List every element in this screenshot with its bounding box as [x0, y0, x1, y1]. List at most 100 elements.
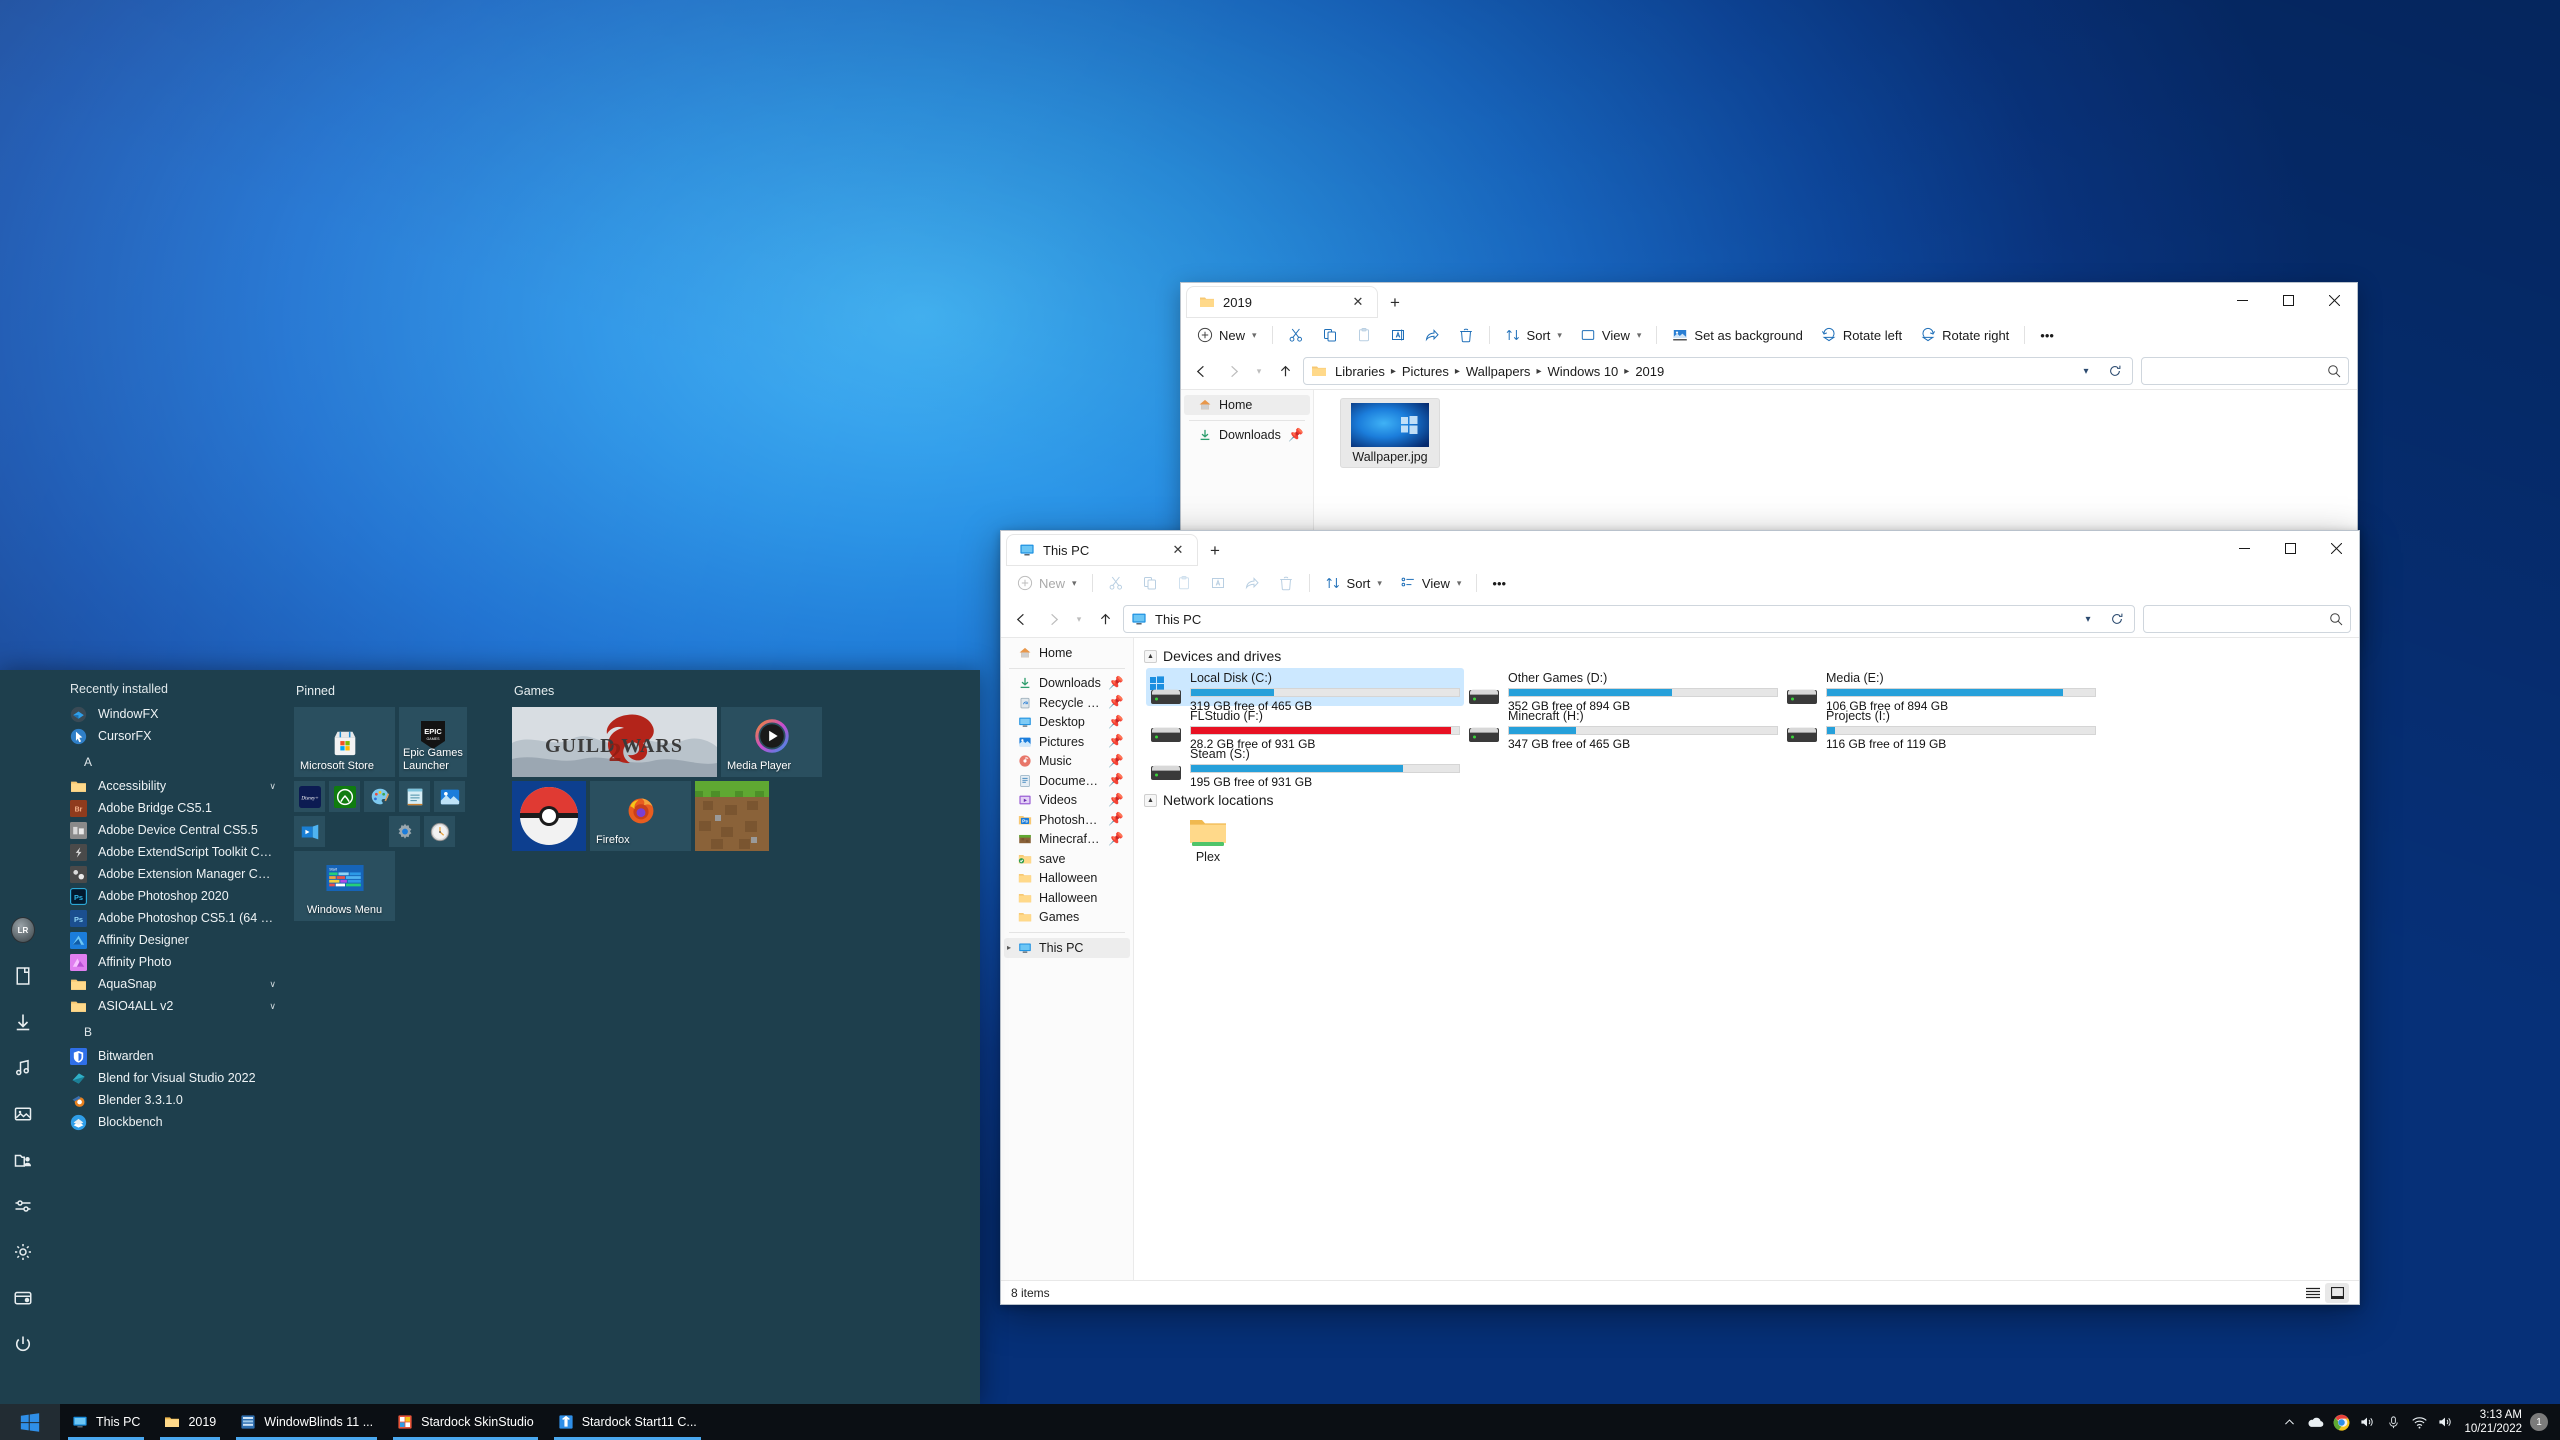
more-options-button[interactable]: ••• [2032, 321, 2062, 349]
app-item[interactable]: Ps Adobe Photoshop 2020 [46, 885, 286, 907]
new-button[interactable]: New ▾ [1189, 321, 1265, 349]
forward-button[interactable] [1219, 357, 1247, 385]
drive-item[interactable]: Projects (I:) 116 GB free of 119 GB [1782, 706, 2100, 751]
cut-button[interactable] [1280, 321, 1312, 349]
nav-item-games[interactable]: Games [1004, 908, 1130, 928]
up-button[interactable] [1091, 605, 1119, 633]
chrome-icon[interactable] [2328, 1404, 2354, 1440]
app-item[interactable]: CursorFX [46, 725, 286, 747]
nav-item-this-pc[interactable]: ▸ This PC [1004, 938, 1130, 958]
maximize-button[interactable] [2267, 531, 2313, 565]
search-box-2019[interactable] [2141, 357, 2349, 385]
app-item[interactable]: Blend for Visual Studio 2022 [46, 1067, 286, 1089]
rename-button[interactable] [1202, 569, 1234, 597]
drive-item[interactable]: FLStudio (F:) 28.2 GB free of 931 GB [1146, 706, 1464, 751]
large-icons-view-toggle[interactable] [2325, 1282, 2349, 1303]
chevron-down-icon[interactable]: ∨ [269, 1001, 276, 1012]
power-icon[interactable] [11, 1332, 35, 1356]
app-item[interactable]: Affinity Photo [46, 951, 286, 973]
tile-notepad[interactable] [399, 781, 430, 812]
navigation-pane-this-pc[interactable]: Home Downloads 📌 Recycle Bin 📌 Desktop 📌 Pictur… [1001, 638, 1134, 1280]
show-hidden-icons-button[interactable] [2276, 1404, 2302, 1440]
pin-icon[interactable]: 📌 [1108, 793, 1124, 808]
close-button[interactable] [2311, 283, 2357, 317]
pin-icon[interactable]: 📌 [1108, 695, 1124, 710]
all-apps-list[interactable]: Recently installed WindowFX CursorFX A Ac… [46, 670, 286, 1404]
breadcrumb-item[interactable]: This PC [1152, 611, 1204, 628]
speaker-icon[interactable] [2432, 1404, 2458, 1440]
breadcrumb-item[interactable]: Windows 10 [1544, 363, 1621, 380]
back-button[interactable] [1007, 605, 1035, 633]
pin-icon[interactable]: 📌 [1108, 754, 1124, 769]
pictures-icon[interactable] [11, 1102, 35, 1126]
sort-button[interactable]: Sort ▾ [1497, 321, 1570, 349]
tile-movies-tv[interactable] [294, 816, 325, 847]
app-item[interactable]: Adobe Extension Manager CS5.5 [46, 863, 286, 885]
nav-item-photoshop-psd[interactable]: Ps Photoshop PSD 📌 [1004, 810, 1130, 830]
tile-disney-plus[interactable]: Disney+ [294, 781, 325, 812]
titlebar-2019[interactable]: 2019 ✕ + [1181, 283, 2357, 317]
drive-item[interactable]: Media (E:) 106 GB free of 894 GB [1782, 668, 2100, 713]
drive-item[interactable]: Steam (S:) 195 GB free of 931 GB [1146, 744, 1464, 789]
app-item[interactable]: Adobe Device Central CS5.5 [46, 819, 286, 841]
chevron-right-icon[interactable]: ▸ [1007, 943, 1011, 952]
copy-button[interactable] [1134, 569, 1166, 597]
details-view-toggle[interactable] [2301, 1283, 2325, 1303]
sliders-icon[interactable] [11, 1194, 35, 1218]
app-item[interactable]: Blockbench [46, 1111, 286, 1133]
taskbar-item[interactable]: This PC [60, 1404, 152, 1440]
tile-settings[interactable] [389, 816, 420, 847]
collapse-icon[interactable]: ▲ [1144, 793, 1157, 807]
nav-item-halloween[interactable]: Halloween [1004, 869, 1130, 889]
documents-icon[interactable] [11, 964, 35, 988]
tile-xbox[interactable] [329, 781, 360, 812]
app-item[interactable]: Accessibility ∨ [46, 775, 286, 797]
tile-photos[interactable] [434, 781, 465, 812]
nav-item-videos[interactable]: Videos 📌 [1004, 791, 1130, 811]
tile-paint[interactable] [364, 781, 395, 812]
tile-firefox[interactable]: Firefox [590, 781, 691, 851]
close-tab-icon[interactable]: ✕ [1167, 539, 1189, 561]
microphone-icon[interactable] [2380, 1404, 2406, 1440]
tab-2019[interactable]: 2019 ✕ [1187, 287, 1377, 317]
devices-group-header[interactable]: ▲ Devices and drives [1144, 648, 2351, 664]
new-button[interactable]: New ▾ [1009, 569, 1085, 597]
rotate-right-button[interactable]: Rotate right [1912, 321, 2017, 349]
nav-item-minecraft-documents[interactable]: Minecraft Documents 📌 [1004, 830, 1130, 850]
network-group-header[interactable]: ▲ Network locations [1144, 792, 2351, 808]
app-item[interactable]: WindowFX [46, 703, 286, 725]
app-item[interactable]: Ps Adobe Photoshop CS5.1 (64 Bit) [46, 907, 286, 929]
onedrive-icon[interactable] [2302, 1404, 2328, 1440]
view-button[interactable]: View ▾ [1572, 321, 1649, 349]
pin-icon[interactable]: 📌 [1108, 832, 1124, 847]
clock[interactable]: 3:13 AM 10/21/2022 [2458, 1408, 2530, 1436]
wallet-icon[interactable] [11, 1286, 35, 1310]
view-button[interactable]: View ▾ [1392, 569, 1469, 597]
address-chevron-icon[interactable]: ▾ [2077, 608, 2099, 630]
chevron-down-icon[interactable]: ∨ [269, 781, 276, 792]
notification-badge[interactable]: 1 [2530, 1413, 2548, 1431]
pin-icon[interactable]: 📌 [1108, 773, 1124, 788]
start-menu[interactable]: LR Recently installed WindowFX CursorFX A… [0, 670, 980, 1404]
recent-locations-icon[interactable]: ▾ [1251, 357, 1267, 385]
more-options-button[interactable]: ••• [1484, 569, 1514, 597]
nav-item-recycle-bin[interactable]: Recycle Bin 📌 [1004, 693, 1130, 713]
share-button[interactable] [1236, 569, 1268, 597]
new-tab-button[interactable]: + [1201, 537, 1229, 565]
tile-pokemon[interactable] [512, 781, 586, 851]
tile-microsoft-store[interactable]: Microsoft Store [294, 707, 395, 777]
search-box-this-pc[interactable] [2143, 605, 2351, 633]
share-button[interactable] [1416, 321, 1448, 349]
maximize-button[interactable] [2265, 283, 2311, 317]
tile-windows-menu[interactable]: Start Windows Menu [294, 851, 395, 921]
downloads-icon[interactable] [11, 1010, 35, 1034]
rename-button[interactable] [1382, 321, 1414, 349]
copy-button[interactable] [1314, 321, 1346, 349]
search-icon[interactable] [2326, 363, 2342, 379]
network-location-item[interactable]: Plex [1148, 812, 1268, 868]
app-item[interactable]: Blender 3.3.1.0 [46, 1089, 286, 1111]
recent-locations-icon[interactable]: ▾ [1071, 605, 1087, 633]
explorer-window-this-pc[interactable]: This PC ✕ + New ▾ Sort ▾ View ▾ ••• ▾ Th… [1000, 530, 2360, 1305]
drive-item[interactable]: Minecraft (H:) 347 GB free of 465 GB [1464, 706, 1782, 751]
close-button[interactable] [2313, 531, 2359, 565]
